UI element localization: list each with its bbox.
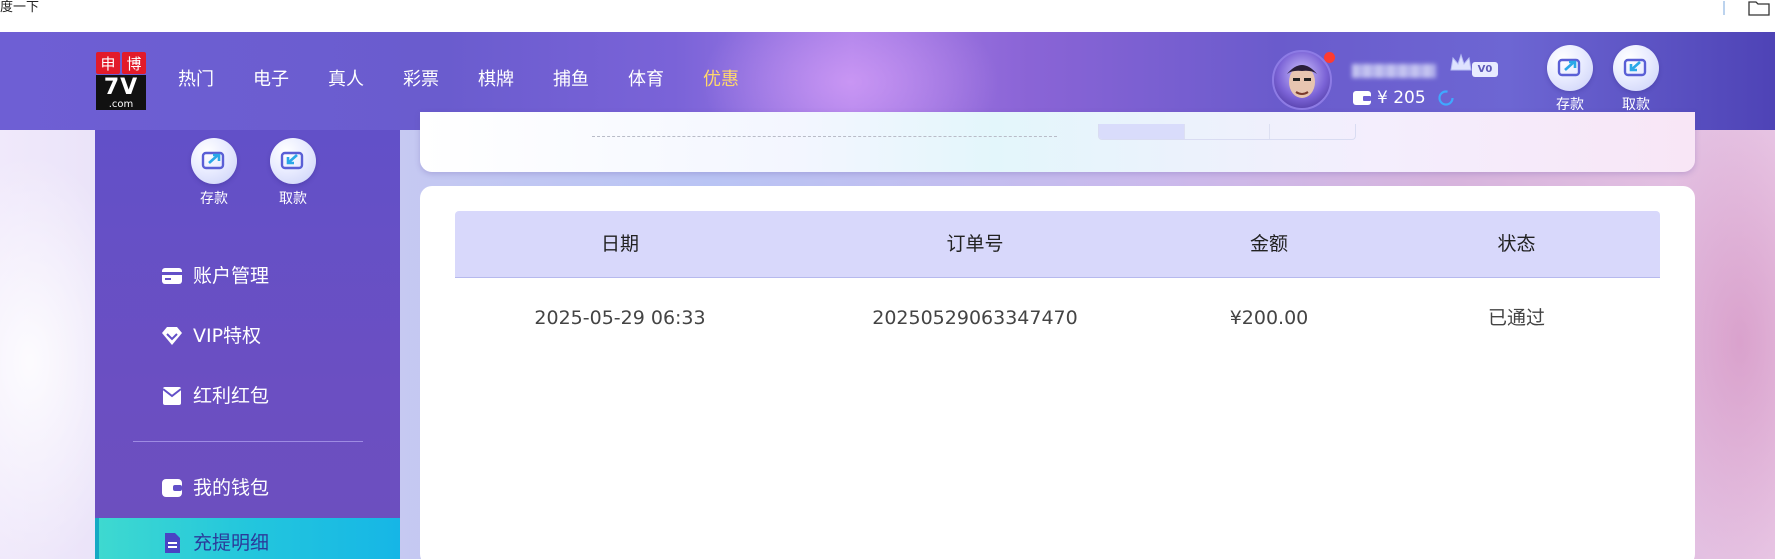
crown-icon	[1450, 53, 1472, 71]
row-amount: ¥200.00	[1229, 307, 1309, 329]
sidebar-item-transactions[interactable]: 充提明细	[95, 518, 400, 559]
deposit-icon	[191, 138, 237, 184]
sidebar-item-wallet[interactable]: 我的钱包	[95, 463, 400, 513]
document-icon	[165, 533, 180, 553]
sidebar-item-label: 红利红包	[193, 385, 270, 407]
column-header-status: 状态	[1497, 233, 1536, 255]
wallet-icon	[162, 479, 182, 497]
sidebar-withdraw-button[interactable]: 取款	[263, 138, 323, 208]
sidebar-divider	[133, 441, 363, 442]
sidebar-item-label: 账户管理	[193, 265, 270, 287]
logo-domain: .com	[96, 99, 146, 110]
header-deposit-button[interactable]: 存款	[1545, 45, 1595, 114]
filter-tab-1[interactable]	[1099, 124, 1185, 139]
deposit-icon	[1547, 45, 1593, 91]
transactions-table: 日期 订单号 金额 状态 2025-05-29 06:33 2025052906…	[420, 186, 1695, 559]
browser-tab-text[interactable]: 度一下	[0, 0, 39, 16]
logo-char-1: 申	[96, 52, 120, 74]
withdraw-icon	[270, 138, 316, 184]
vip-level: V0	[1472, 62, 1498, 77]
sidebar-deposit-label: 存款	[200, 191, 228, 207]
sidebar-item-label: 我的钱包	[193, 477, 270, 499]
nav-item-cards[interactable]: 棋牌	[478, 68, 553, 92]
sidebar-item-label: 充提明细	[193, 532, 270, 554]
sidebar-item-label: VIP特权	[193, 325, 262, 347]
logo-char-2: 博	[122, 52, 146, 74]
vip-badge[interactable]: V0	[1448, 50, 1500, 78]
sidebar-item-account[interactable]: 账户管理	[95, 251, 400, 301]
username-blurred	[1352, 64, 1436, 78]
folder-icon[interactable]	[1748, 0, 1770, 16]
balance-display: ¥ 205	[1352, 88, 1455, 108]
nav-item-lottery[interactable]: 彩票	[403, 68, 478, 92]
sidebar-withdraw-label: 取款	[279, 191, 307, 207]
filter-tabs	[1098, 124, 1356, 140]
refresh-icon[interactable]	[1437, 89, 1455, 107]
balance-amount: ¥ 205	[1377, 88, 1426, 108]
row-order-number: 20250529063347470	[872, 307, 1078, 329]
site-logo[interactable]: 申 博 7V .com	[96, 52, 146, 110]
main-nav: 热门 电子 真人 彩票 棋牌 捕鱼 体育 优惠	[178, 68, 778, 92]
sidebar-item-vip[interactable]: VIP特权	[95, 311, 400, 361]
avatar-face-icon	[1287, 65, 1317, 98]
nav-item-live[interactable]: 真人	[328, 68, 403, 92]
table-row: 2025-05-29 06:33 20250529063347470 ¥200.…	[455, 278, 1660, 358]
filter-card	[420, 112, 1695, 172]
sidebar-item-bonus[interactable]: 红利红包	[95, 371, 400, 421]
nav-item-promotions[interactable]: 优惠	[703, 68, 778, 92]
column-header-amount: 金额	[1249, 233, 1288, 255]
withdraw-icon	[1613, 45, 1659, 91]
row-status: 已通过	[1487, 307, 1545, 329]
nav-item-fishing[interactable]: 捕鱼	[553, 68, 628, 92]
card-icon	[162, 268, 182, 284]
avatar[interactable]	[1272, 50, 1335, 110]
notification-dot	[1324, 52, 1335, 63]
column-header-date: 日期	[600, 233, 639, 255]
table-header: 日期 订单号 金额 状态	[455, 211, 1660, 278]
filter-tab-3[interactable]	[1270, 124, 1355, 139]
logo-brand: 7V	[96, 75, 146, 100]
header-withdraw-button[interactable]: 取款	[1611, 45, 1661, 114]
wallet-icon	[1353, 91, 1371, 105]
envelope-icon	[162, 387, 182, 405]
browser-strip: 度一下	[0, 0, 1775, 32]
toolbar-divider	[1723, 1, 1725, 15]
nav-item-slots[interactable]: 电子	[253, 68, 328, 92]
row-date: 2025-05-29 06:33	[534, 307, 706, 329]
filter-tab-2[interactable]	[1185, 124, 1271, 139]
sidebar-deposit-button[interactable]: 存款	[184, 138, 244, 208]
nav-item-hot[interactable]: 热门	[178, 68, 253, 92]
account-sidebar: 存款 取款 账户管理 VIP特权 红利红包 我的钱包 充提明细	[95, 130, 400, 559]
column-header-order: 订单号	[946, 233, 1004, 255]
date-range-divider	[592, 136, 1057, 137]
nav-item-sports[interactable]: 体育	[628, 68, 703, 92]
diamond-icon	[162, 327, 182, 345]
